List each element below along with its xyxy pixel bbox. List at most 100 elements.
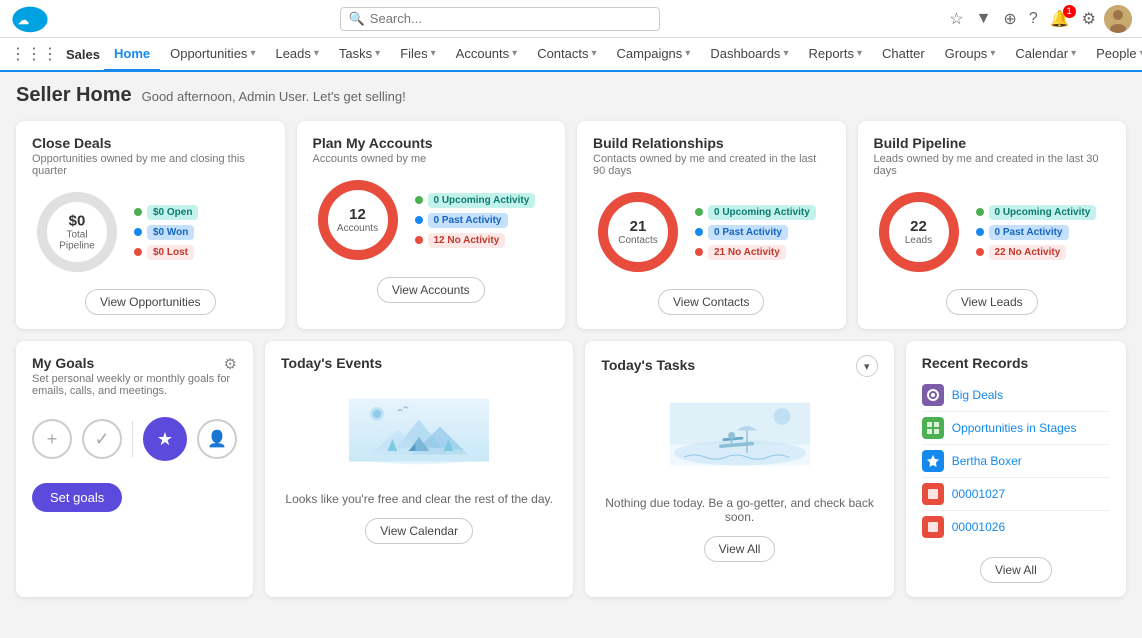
check-goal-icon[interactable]: ✓ [82,419,122,459]
legend-item: 0 Past Activity [415,213,550,228]
app-launcher-icon[interactable]: ⋮⋮⋮ [10,44,58,64]
recent-item-opp-stages: Opportunities in Stages [922,412,1110,445]
todays-events-card: Today's Events [265,341,573,597]
page-content: Seller Home Good afternoon, Admin User. … [0,72,1142,638]
page-title: Seller Home [16,84,132,107]
tasks-dropdown-button[interactable]: ▾ [856,355,878,377]
nav-item-calendar[interactable]: Calendar ▾ [1005,38,1086,72]
nav-item-contacts[interactable]: Contacts ▾ [527,38,606,72]
bottom-cards-row: My Goals ⚙ Set personal weekly or monthl… [16,341,1126,597]
recent-item-bertha: Bertha Boxer [922,445,1110,478]
view-accounts-button[interactable]: View Accounts [377,277,485,303]
bell-icon-btn[interactable]: 🔔 1 [1046,7,1074,31]
top-cards-row: Close Deals Opportunities owned by me an… [16,121,1126,329]
view-contacts-button[interactable]: View Contacts [658,289,764,315]
nav-brand: Sales [66,47,100,62]
recent-icon-00001026 [922,516,944,538]
build-pipeline-legend: 0 Upcoming Activity 0 Past Activity 22 N… [976,205,1111,260]
nav-item-home[interactable]: Home [104,38,160,72]
page-header: Seller Home Good afternoon, Admin User. … [16,84,1126,107]
close-deals-donut-row: $0 Total Pipeline $0 Open $0 Won [32,187,269,277]
gear-icon-btn[interactable]: ⚙ [1078,7,1100,31]
build-relationships-donut: 21 Contacts [593,187,683,277]
view-opportunities-button[interactable]: View Opportunities [85,289,216,315]
search-input[interactable] [370,11,651,26]
dot-past [415,216,423,224]
recent-link-bertha[interactable]: Bertha Boxer [952,454,1022,468]
chevron-down-icon: ▾ [1071,48,1076,59]
view-all-tasks-button[interactable]: View All [704,536,776,562]
recent-icon-opp-stages [922,417,944,439]
recent-link-00001027[interactable]: 00001027 [952,487,1005,501]
nav-item-groups[interactable]: Groups ▾ [935,38,1006,72]
legend-item: 0 Past Activity [695,225,830,240]
star-icon-btn[interactable]: ☆ [945,7,967,31]
toolbar-icons: ☆ ▼ ⊕ ? 🔔 1 ⚙ [945,5,1132,33]
plus-icon-btn[interactable]: ⊕ [999,7,1020,31]
set-goals-button[interactable]: Set goals [32,483,122,512]
dot-upcoming [695,208,703,216]
events-empty-text: Looks like you're free and clear the res… [281,492,557,506]
nav-item-dashboards[interactable]: Dashboards ▾ [700,38,798,72]
chevron-down-icon: ▾ [314,48,319,59]
recent-link-big-deals[interactable]: Big Deals [952,388,1003,402]
badge-past: 0 Past Activity [708,225,788,240]
badge-won: $0 Won [147,225,194,240]
build-relationships-subtitle: Contacts owned by me and created in the … [593,153,830,177]
star-goal-icon: ★ [143,417,187,461]
tasks-illustration [601,383,877,488]
tasks-empty-text: Nothing due today. Be a go-getter, and c… [601,496,877,524]
chevron-down-icon: ▾ [857,48,862,59]
nav-item-reports[interactable]: Reports ▾ [798,38,872,72]
my-goals-card: My Goals ⚙ Set personal weekly or monthl… [16,341,253,597]
avatar[interactable] [1104,5,1132,33]
add-goal-icon[interactable]: + [32,419,72,459]
badge-past: 0 Past Activity [989,225,1069,240]
goals-divider [132,421,133,457]
nav-item-tasks[interactable]: Tasks ▾ [329,38,390,72]
nav-item-chatter[interactable]: Chatter [872,38,935,72]
person-goal-icon: 👤 [197,419,237,459]
plan-accounts-legend: 0 Upcoming Activity 0 Past Activity 12 N… [415,193,550,248]
chevron-down-icon: ▾ [512,48,517,59]
view-all-recent-button[interactable]: View All [980,557,1052,583]
chevron-btn[interactable]: ▼ [972,8,996,30]
dot-no-activity [695,248,703,256]
badge-lost: $0 Lost [147,245,194,260]
nav-item-campaigns[interactable]: Campaigns ▾ [607,38,701,72]
recent-link-00001026[interactable]: 00001026 [952,520,1005,534]
close-deals-legend: $0 Open $0 Won $0 Lost [134,205,269,260]
recent-icon-bertha [922,450,944,472]
dot-upcoming [976,208,984,216]
question-icon-btn[interactable]: ? [1025,8,1042,30]
nav-item-accounts[interactable]: Accounts ▾ [446,38,528,72]
nav-item-files[interactable]: Files ▾ [390,38,445,72]
view-leads-button[interactable]: View Leads [946,289,1038,315]
chevron-down-icon: ▾ [375,48,380,59]
badge-upcoming: 0 Upcoming Activity [989,205,1097,220]
build-pipeline-title: Build Pipeline [874,135,1111,151]
recent-link-opp-stages[interactable]: Opportunities in Stages [952,421,1077,435]
recent-icon-00001027 [922,483,944,505]
notification-badge: 1 [1063,5,1076,18]
legend-item: 0 Upcoming Activity [415,193,550,208]
svg-text:☁: ☁ [18,15,29,27]
plan-accounts-subtitle: Accounts owned by me [313,153,550,165]
legend-item: 0 Upcoming Activity [976,205,1111,220]
goals-description: Set personal weekly or monthly goals for… [32,373,237,397]
view-calendar-button[interactable]: View Calendar [365,518,473,544]
nav-item-opportunities[interactable]: Opportunities ▾ [160,38,265,72]
badge-no-activity: 12 No Activity [428,233,506,248]
dot-lost [134,248,142,256]
nav-bar: ⋮⋮⋮ Sales Home Opportunities ▾ Leads ▾ T… [0,38,1142,72]
chevron-down-icon: ▾ [431,48,436,59]
todays-tasks-title: Today's Tasks [601,357,695,373]
build-pipeline-card: Build Pipeline Leads owned by me and cre… [858,121,1127,329]
recent-item-00001027: 00001027 [922,478,1110,511]
goals-settings-icon[interactable]: ⚙ [224,355,237,373]
dot-no-activity [976,248,984,256]
dot-past [695,228,703,236]
nav-item-leads[interactable]: Leads ▾ [265,38,328,72]
nav-item-people[interactable]: People ▾ [1086,38,1142,72]
build-relationships-card: Build Relationships Contacts owned by me… [577,121,846,329]
